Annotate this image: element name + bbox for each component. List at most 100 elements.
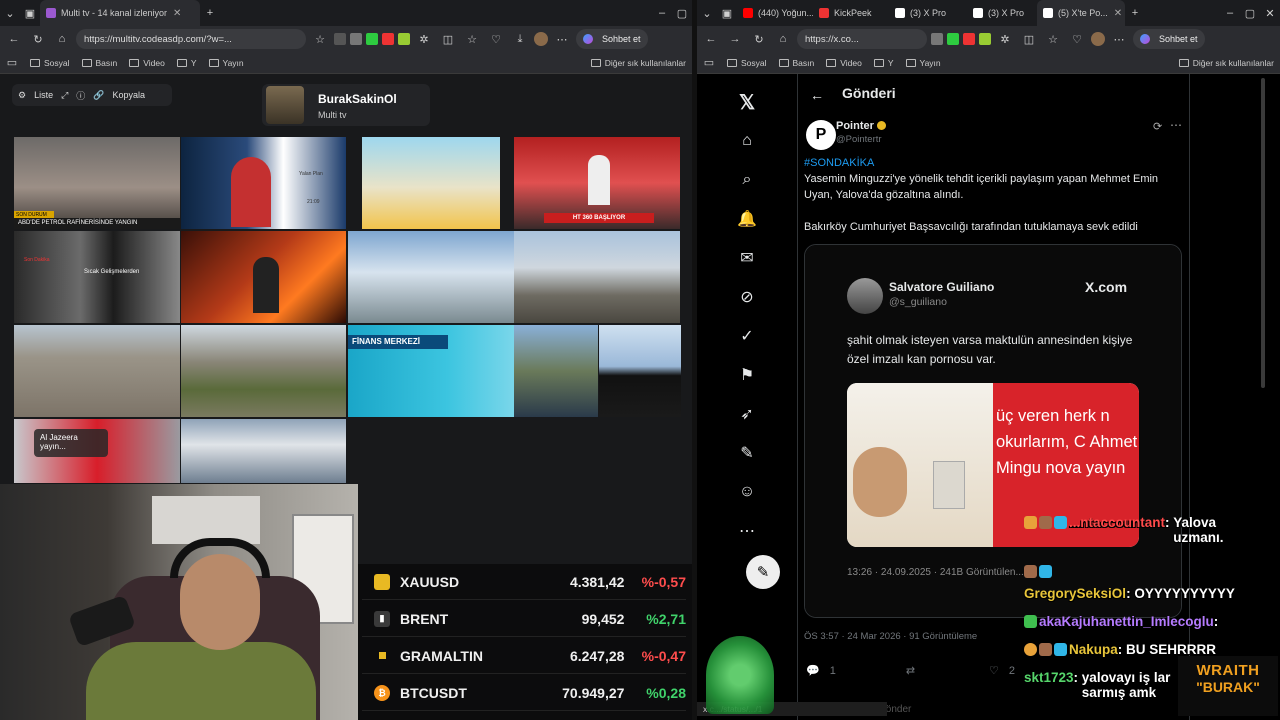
bookmark-folder[interactable]: Yayın [905, 58, 941, 68]
workspaces-icon[interactable]: ▣ [20, 3, 40, 23]
new-tab-icon[interactable]: + [200, 3, 220, 23]
rocket-icon[interactable]: ➶ [736, 403, 758, 425]
tv-tile[interactable] [514, 231, 680, 323]
home-icon[interactable]: ⌂ [736, 130, 758, 152]
post-menu-icon[interactable]: ⋯ [1170, 118, 1182, 132]
extension-icon[interactable] [382, 33, 394, 45]
author-name-row[interactable]: Pointer [836, 120, 886, 132]
tv-tile[interactable] [14, 325, 180, 417]
copilot-chat-button[interactable]: Sohbet et [576, 29, 648, 49]
tv-tile[interactable]: HT 360 BAŞLIYOR [514, 137, 680, 229]
refresh-icon[interactable]: ↻ [749, 29, 769, 49]
close-tab-icon[interactable]: ✕ [173, 8, 181, 19]
tv-tile[interactable] [599, 325, 681, 417]
home-icon[interactable]: ⌂ [773, 29, 793, 49]
workspaces-icon[interactable]: ▣ [717, 3, 737, 23]
compose-post-button[interactable]: ✎ [746, 555, 780, 589]
extension-icon[interactable] [931, 33, 943, 45]
address-bar[interactable]: https://multitv.codeasdp.com/?w=... [76, 29, 306, 49]
other-bookmarks[interactable]: Diğer sık kullanılanlar [1178, 58, 1274, 68]
extension-icon[interactable] [398, 33, 410, 45]
tab-menu-icon[interactable]: ⌄ [697, 3, 717, 23]
messages-envelope-icon[interactable]: ✉ [736, 247, 758, 269]
forward-icon[interactable]: → [725, 29, 745, 49]
x-logo-icon[interactable]: 𝕏 [736, 91, 758, 114]
like-heart-icon[interactable]: ♡ [989, 664, 999, 677]
minimize-icon[interactable]: – [1220, 3, 1240, 23]
tv-tile[interactable] [181, 419, 346, 483]
split-screen-icon[interactable]: ◫ [1019, 29, 1039, 49]
split-screen-icon[interactable]: ◫ [438, 29, 458, 49]
extension-icon[interactable] [963, 33, 975, 45]
menu-icon[interactable]: ⋯ [552, 29, 572, 49]
back-icon[interactable]: ← [701, 29, 721, 49]
back-arrow-icon[interactable]: ← [810, 87, 824, 103]
list-button[interactable]: Liste [34, 90, 53, 100]
collections-icon[interactable]: ♡ [1067, 29, 1087, 49]
extension-icon[interactable] [947, 33, 959, 45]
quoted-post[interactable]: Salvatore Guiliano @s_guiliano X.com şah… [804, 244, 1182, 618]
premium-check-icon[interactable]: ✓ [736, 325, 758, 347]
bookmark-folder[interactable]: Basın [81, 58, 117, 68]
grok-explain-icon[interactable]: ⟳ [1153, 120, 1162, 133]
tv-tile[interactable]: ABD'DE PETROL RAFİNERİSİNDE YANGIN SON D… [14, 137, 180, 229]
bookmark-folder[interactable]: Basın [778, 58, 814, 68]
bookmarks-icon[interactable]: ⚑ [736, 364, 758, 386]
pointer-avatar[interactable]: P [806, 120, 836, 150]
sidebar-toggle-icon[interactable]: ▭ [703, 53, 715, 73]
avatar[interactable] [534, 32, 548, 46]
bookmark-folder[interactable]: Video [129, 58, 165, 68]
articles-icon[interactable]: ✎ [736, 442, 758, 464]
sidebar-toggle-icon[interactable]: ▭ [6, 53, 18, 73]
tab-kickpeek[interactable]: KickPeek [813, 0, 889, 26]
tv-tile[interactable]: Sıcak Gelişmelerden Son Dakika [14, 231, 180, 323]
close-window-icon[interactable]: ✕ [1260, 3, 1280, 23]
tv-tile[interactable]: Yalan Plan 21:09 [181, 137, 346, 229]
refresh-icon[interactable]: ↻ [28, 29, 48, 49]
tab-x-post[interactable]: (5) X'te Po... ✕ [1037, 0, 1125, 26]
extension-icon[interactable] [979, 33, 991, 45]
search-icon[interactable]: ⌕ [736, 169, 758, 191]
favorites-icon[interactable]: ☆ [462, 29, 482, 49]
tab-xpro[interactable]: (3) X Pro [889, 0, 967, 26]
tv-tile[interactable]: FİNANS MERKEZİ [348, 325, 514, 417]
copilot-chat-button[interactable]: Sohbet et [1133, 29, 1205, 49]
tv-tile[interactable] [181, 325, 346, 417]
extension-icon[interactable] [334, 33, 346, 45]
extension-icon[interactable] [350, 33, 362, 45]
close-tab-icon[interactable]: ✕ [1114, 8, 1122, 19]
maximize-icon[interactable]: ▢ [1240, 3, 1260, 23]
bookmark-folder[interactable]: Sosyal [30, 58, 70, 68]
fullscreen-icon[interactable]: ⤢ [61, 90, 68, 101]
tv-tile[interactable] [362, 137, 500, 229]
bookmark-folder[interactable]: Video [826, 58, 862, 68]
reply-icon[interactable]: 💬 [806, 664, 820, 677]
tab-xpro[interactable]: (3) X Pro [967, 0, 1037, 26]
extensions-puzzle-icon[interactable]: ✲ [995, 29, 1015, 49]
scrollbar[interactable] [1261, 78, 1265, 388]
tab-multitv[interactable]: Multi tv - 14 kanal izleniyor ✕ [40, 0, 200, 26]
bookmark-folder[interactable]: Yayın [208, 58, 244, 68]
other-bookmarks[interactable]: Diğer sık kullanılanlar [590, 58, 686, 68]
tv-tile[interactable] [514, 325, 598, 417]
tab-menu-icon[interactable]: ⌄ [0, 3, 20, 23]
tv-tile[interactable]: Al Jazeera yayın... [14, 419, 180, 483]
extensions-puzzle-icon[interactable]: ✲ [414, 29, 434, 49]
downloads-icon[interactable]: ⤓ [510, 29, 530, 49]
favorite-star-icon[interactable]: ☆ [310, 29, 330, 49]
favorites-icon[interactable]: ☆ [1043, 29, 1063, 49]
more-icon[interactable]: ⋯ [736, 520, 758, 542]
tv-tile[interactable] [348, 231, 514, 323]
bookmark-folder[interactable]: Y [176, 58, 197, 68]
tab-youtube[interactable]: (440) Yoğun... [737, 0, 813, 26]
minimize-icon[interactable]: – [652, 3, 672, 23]
bookmark-folder[interactable]: Y [873, 58, 894, 68]
avatar[interactable] [1091, 32, 1105, 46]
grok-icon[interactable]: ⊘ [736, 286, 758, 308]
tv-tile[interactable] [181, 231, 346, 323]
collections-icon[interactable]: ♡ [486, 29, 506, 49]
extension-icon[interactable] [366, 33, 378, 45]
info-icon[interactable]: ⓘ [76, 89, 85, 102]
maximize-icon[interactable]: ▢ [672, 3, 692, 23]
copy-button[interactable]: Kopyala [113, 90, 146, 100]
